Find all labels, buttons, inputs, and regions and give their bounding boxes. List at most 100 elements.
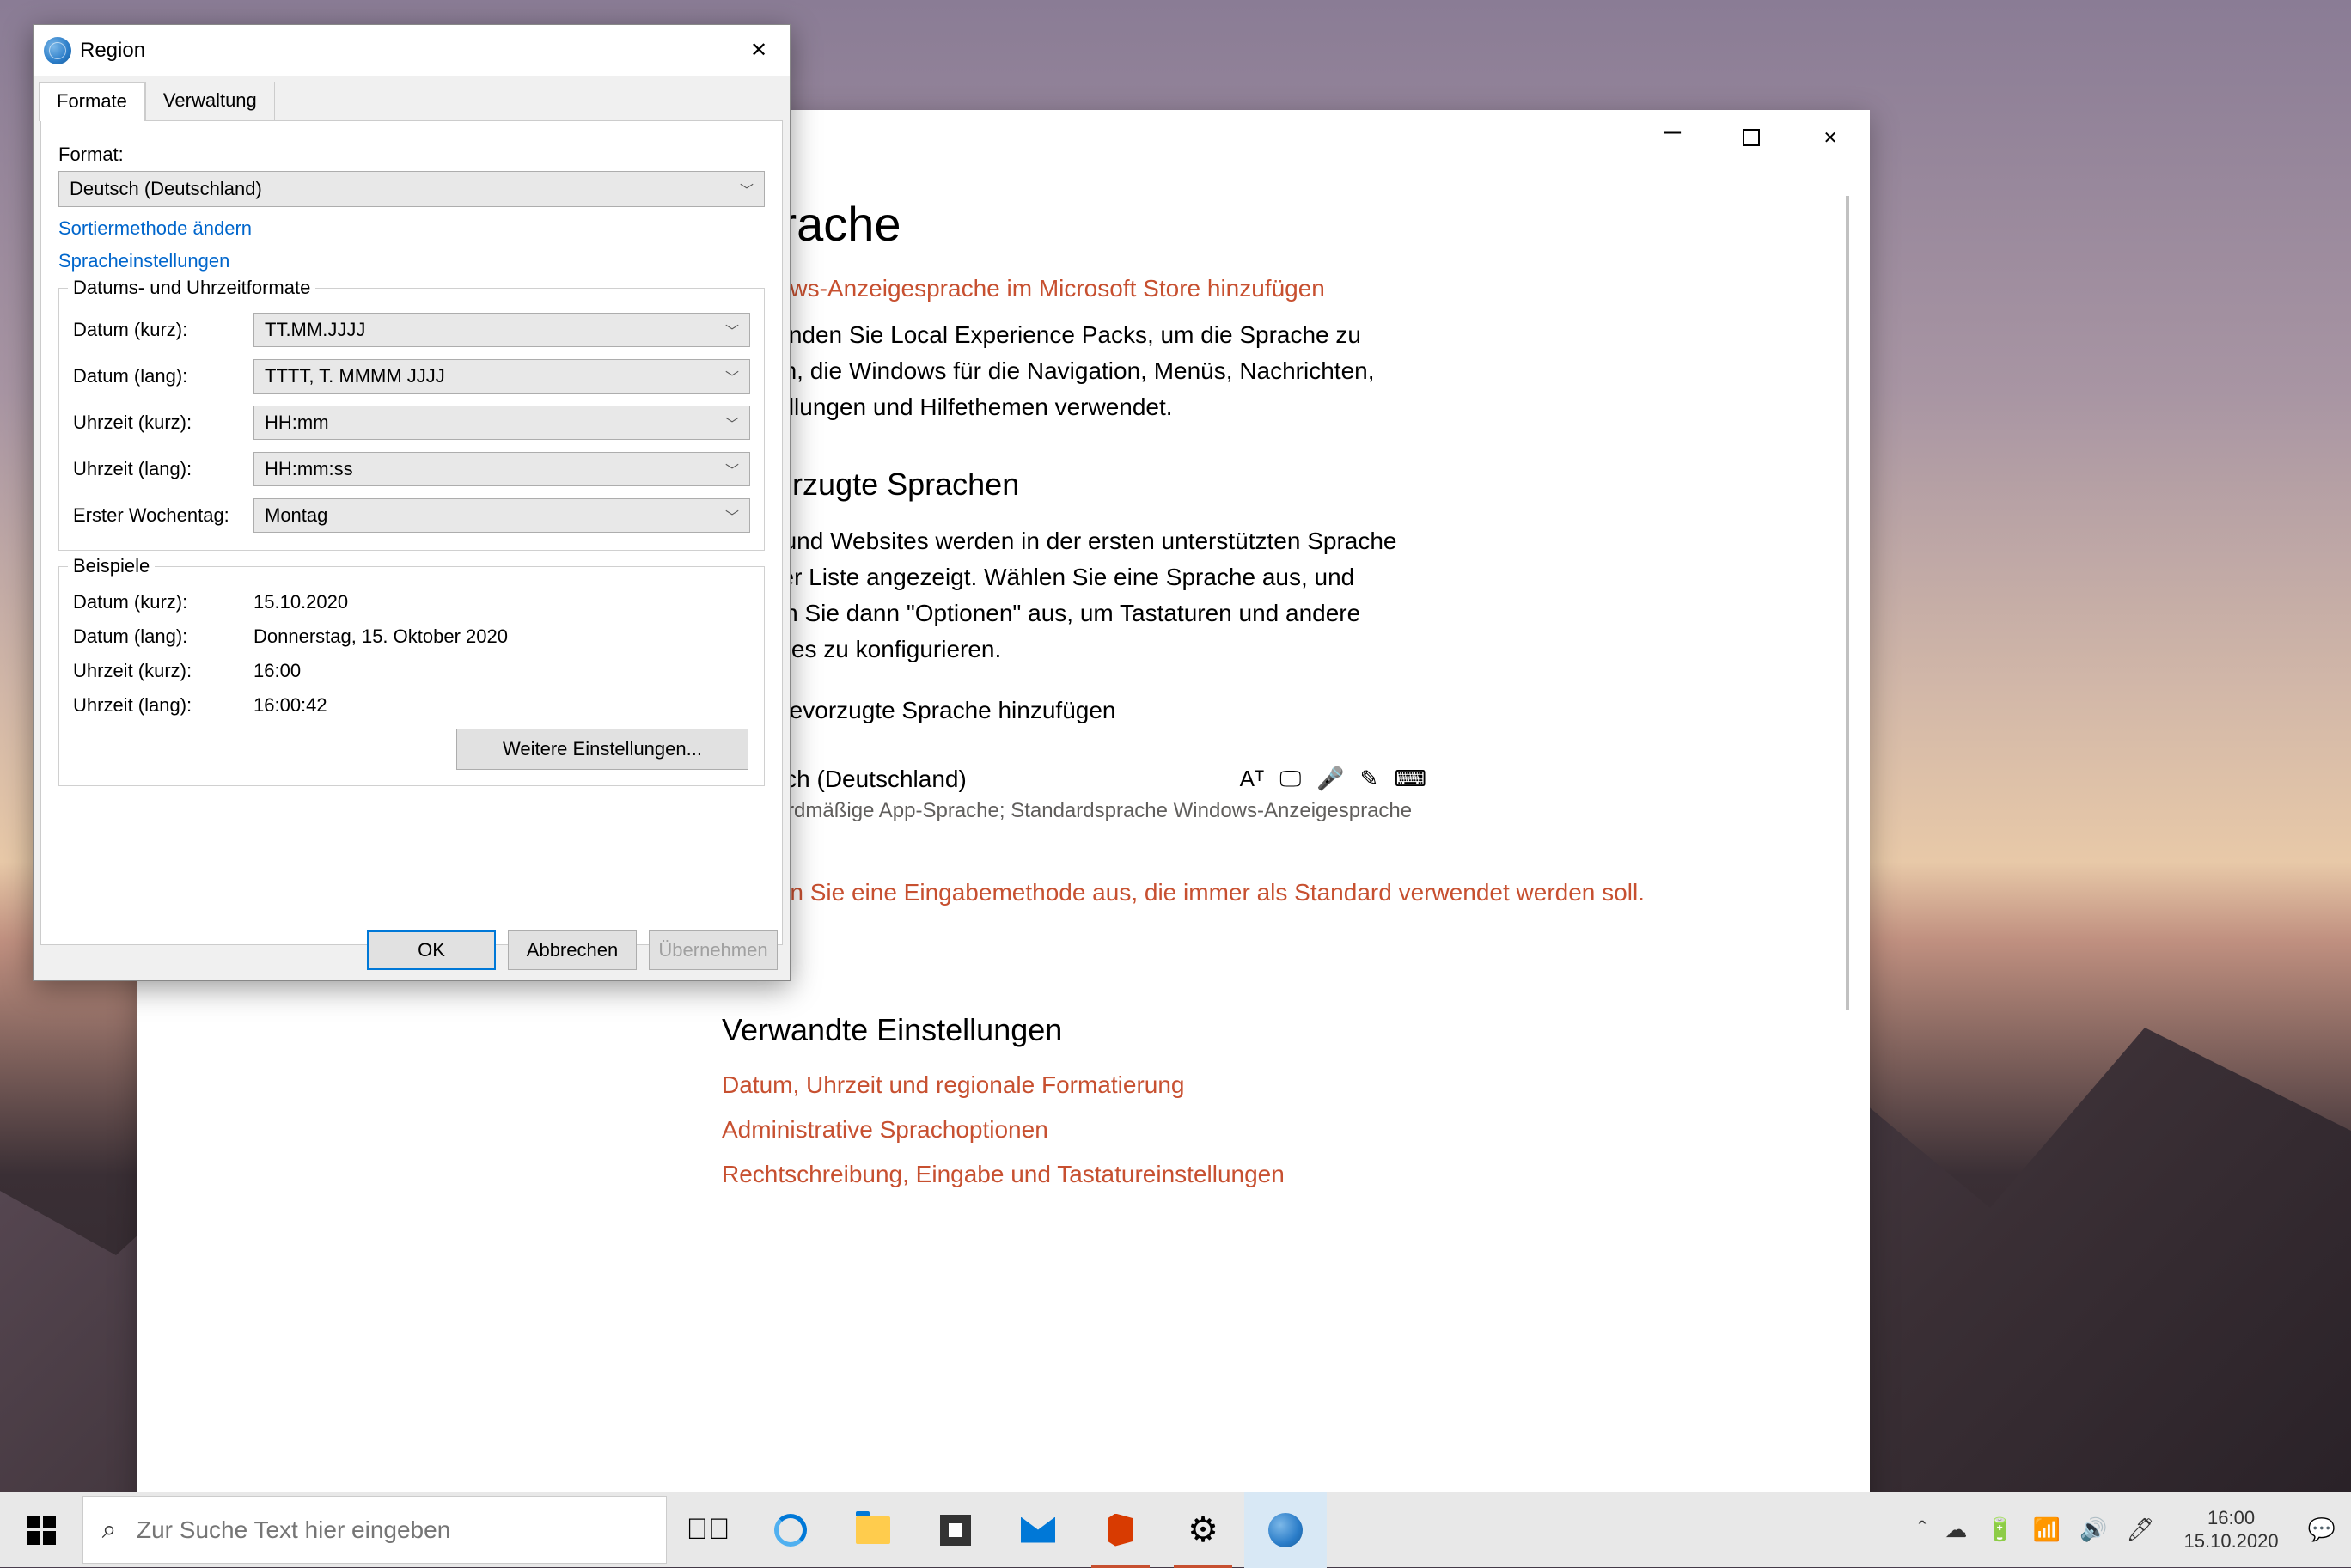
mail-button[interactable] bbox=[997, 1492, 1079, 1568]
language-subtitle: Standardmäßige App-Sprache; Standardspra… bbox=[722, 796, 1426, 826]
store-icon bbox=[940, 1515, 971, 1546]
system-tray: ˆ ☁ 🔋 📶 🔊 🖊 16:00 15.10.2020 💬 bbox=[1903, 1492, 2351, 1567]
display-language-description: Verwenden Sie Local Experience Packs, um… bbox=[722, 317, 1426, 425]
ex-long-date-label: Datum (lang): bbox=[73, 625, 245, 648]
admin-language-options-link[interactable]: Administrative Sprachoptionen bbox=[722, 1113, 1815, 1146]
tab-administration[interactable]: Verwaltung bbox=[145, 82, 275, 120]
windows-logo-icon bbox=[27, 1516, 56, 1545]
taskbar-clock[interactable]: 16:00 15.10.2020 bbox=[2174, 1507, 2289, 1553]
region-dialog: Region ✕ Formate Verwaltung Format: Deut… bbox=[33, 24, 791, 981]
default-input-method-link[interactable]: Wählen Sie eine Eingabemethode aus, die … bbox=[722, 876, 1815, 909]
office-icon bbox=[1108, 1514, 1133, 1547]
task-view-button[interactable]: ⊞⃞ bbox=[667, 1492, 749, 1568]
language-item[interactable]: Aᵀ 🖵 🎤 ✎ ⌨ Deutsch (Deutschland) Standar… bbox=[722, 762, 1426, 843]
long-time-label: Uhrzeit (lang): bbox=[73, 458, 245, 480]
datetime-formats-group: Datums- und Uhrzeitformate Datum (kurz):… bbox=[58, 288, 765, 551]
taskbar: ⌕ ⊞⃞ ⚙ ˆ ☁ 🔋 📶 🔊 🖊 16:00 15.10.2020 💬 bbox=[0, 1492, 2351, 1567]
keyboard-icon: ⌨ bbox=[1394, 766, 1426, 793]
clock-time: 16:00 bbox=[2184, 1507, 2279, 1529]
settings-taskbar-button[interactable]: ⚙ bbox=[1162, 1492, 1244, 1568]
spelling-typing-link[interactable]: Rechtschreibung, Eingabe und Tastaturein… bbox=[722, 1158, 1815, 1191]
chevron-down-icon: ﹀ bbox=[740, 179, 754, 199]
ex-short-date-value: 15.10.2020 bbox=[253, 591, 750, 613]
text-to-speech-icon: 🖵 bbox=[1279, 766, 1301, 793]
taskbar-search[interactable]: ⌕ bbox=[82, 1496, 667, 1564]
date-time-region-link[interactable]: Datum, Uhrzeit und regionale Formatierun… bbox=[722, 1069, 1815, 1101]
globe-icon bbox=[1268, 1513, 1303, 1547]
cancel-button[interactable]: Abbrechen bbox=[508, 930, 637, 970]
tab-formats[interactable]: Formate bbox=[39, 82, 145, 121]
pen-icon[interactable]: 🖊 bbox=[2127, 1516, 2155, 1543]
related-settings-heading: Verwandte Einstellungen bbox=[722, 1012, 1815, 1048]
dialog-buttons: OK Abbrechen Übernehmen bbox=[367, 930, 778, 970]
handwriting-icon: ✎ bbox=[1360, 766, 1379, 793]
long-date-value: TTTT, T. MMMM JJJJ bbox=[265, 365, 445, 387]
microsoft-store-button[interactable] bbox=[914, 1492, 997, 1568]
format-combobox[interactable]: Deutsch (Deutschland) ﹀ bbox=[58, 171, 765, 207]
region-taskbar-button[interactable] bbox=[1244, 1492, 1327, 1568]
file-explorer-button[interactable] bbox=[832, 1492, 914, 1568]
ex-short-date-label: Datum (kurz): bbox=[73, 591, 245, 613]
edge-button[interactable] bbox=[749, 1492, 832, 1568]
language-settings-link[interactable]: Spracheinstellungen bbox=[58, 250, 765, 272]
change-sort-method-link[interactable]: Sortiermethode ändern bbox=[58, 217, 765, 240]
onedrive-icon[interactable]: ☁ bbox=[1945, 1516, 1967, 1543]
region-globe-icon bbox=[44, 37, 71, 64]
folder-icon bbox=[856, 1516, 890, 1544]
ex-long-date-value: Donnerstag, 15. Oktober 2020 bbox=[253, 625, 750, 648]
apply-button[interactable]: Übernehmen bbox=[649, 930, 778, 970]
maximize-icon bbox=[1743, 129, 1760, 146]
settings-content: Sprache Windows-Anzeigesprache im Micros… bbox=[722, 196, 1849, 1553]
mail-icon bbox=[1021, 1517, 1055, 1543]
settings-titlebar: ─ ✕ bbox=[1633, 110, 1870, 165]
region-titlebar[interactable]: Region ✕ bbox=[34, 25, 790, 76]
chevron-down-icon: ﹀ bbox=[725, 412, 739, 433]
short-time-label: Uhrzeit (kurz): bbox=[73, 412, 245, 434]
additional-settings-button[interactable]: Weitere Einstellungen... bbox=[456, 729, 748, 770]
speech-icon: 🎤 bbox=[1316, 766, 1344, 793]
group-title: Beispiele bbox=[68, 555, 155, 577]
chevron-down-icon: ﹀ bbox=[725, 366, 739, 387]
scrollbar[interactable] bbox=[1846, 196, 1849, 1010]
language-feature-icons: Aᵀ 🖵 🎤 ✎ ⌨ bbox=[1240, 766, 1426, 793]
add-display-language-link[interactable]: Windows-Anzeigesprache im Microsoft Stor… bbox=[722, 272, 1815, 305]
examples-group: Beispiele Datum (kurz): 15.10.2020 Datum… bbox=[58, 566, 765, 786]
task-view-icon: ⊞⃞ bbox=[687, 1513, 730, 1547]
chevron-down-icon: ﹀ bbox=[725, 459, 739, 479]
ex-long-time-value: 16:00:42 bbox=[253, 694, 750, 717]
short-date-combobox[interactable]: TT.MM.JJJJ﹀ bbox=[253, 313, 750, 347]
short-time-combobox[interactable]: HH:mm ﹀ bbox=[253, 406, 750, 440]
long-date-combobox[interactable]: TTTT, T. MMMM JJJJ ﹀ bbox=[253, 359, 750, 394]
close-icon: ✕ bbox=[750, 38, 767, 63]
minimize-icon: ─ bbox=[1664, 119, 1681, 146]
office-button[interactable] bbox=[1079, 1492, 1162, 1568]
search-icon: ⌕ bbox=[83, 1516, 135, 1545]
minimize-button[interactable]: ─ bbox=[1633, 110, 1712, 165]
volume-icon[interactable]: 🔊 bbox=[2079, 1516, 2107, 1543]
chevron-down-icon: ﹀ bbox=[725, 505, 739, 526]
long-time-combobox[interactable]: HH:mm:ss﹀ bbox=[253, 452, 750, 486]
search-input[interactable] bbox=[135, 1516, 666, 1545]
page-title: Sprache bbox=[722, 196, 1815, 252]
gear-icon: ⚙ bbox=[1188, 1510, 1218, 1550]
add-language-button[interactable]: + Bevorzugte Sprache hinzufügen bbox=[722, 693, 1815, 728]
maximize-button[interactable] bbox=[1712, 110, 1791, 165]
short-time-value: HH:mm bbox=[265, 412, 329, 434]
ok-button[interactable]: OK bbox=[367, 930, 496, 970]
taskbar-items: ⊞⃞ ⚙ bbox=[667, 1492, 1327, 1567]
tray-overflow-button[interactable]: ˆ bbox=[1919, 1516, 1927, 1543]
battery-icon[interactable]: 🔋 bbox=[1986, 1516, 2013, 1543]
long-date-label: Datum (lang): bbox=[73, 365, 245, 387]
action-center-button[interactable]: 💬 bbox=[2308, 1516, 2336, 1543]
start-button[interactable] bbox=[0, 1492, 82, 1567]
close-button[interactable]: ✕ bbox=[1791, 110, 1870, 165]
close-button[interactable]: ✕ bbox=[733, 30, 785, 71]
ex-short-time-value: 16:00 bbox=[253, 660, 750, 682]
ex-short-time-label: Uhrzeit (kurz): bbox=[73, 660, 245, 682]
first-weekday-label: Erster Wochentag: bbox=[73, 504, 245, 527]
edge-icon bbox=[774, 1514, 807, 1547]
group-title: Datums- und Uhrzeitformate bbox=[68, 277, 315, 299]
first-weekday-combobox[interactable]: Montag﹀ bbox=[253, 498, 750, 533]
preferred-languages-heading: Bevorzugte Sprachen bbox=[722, 467, 1815, 503]
network-icon[interactable]: 📶 bbox=[2033, 1516, 2061, 1543]
